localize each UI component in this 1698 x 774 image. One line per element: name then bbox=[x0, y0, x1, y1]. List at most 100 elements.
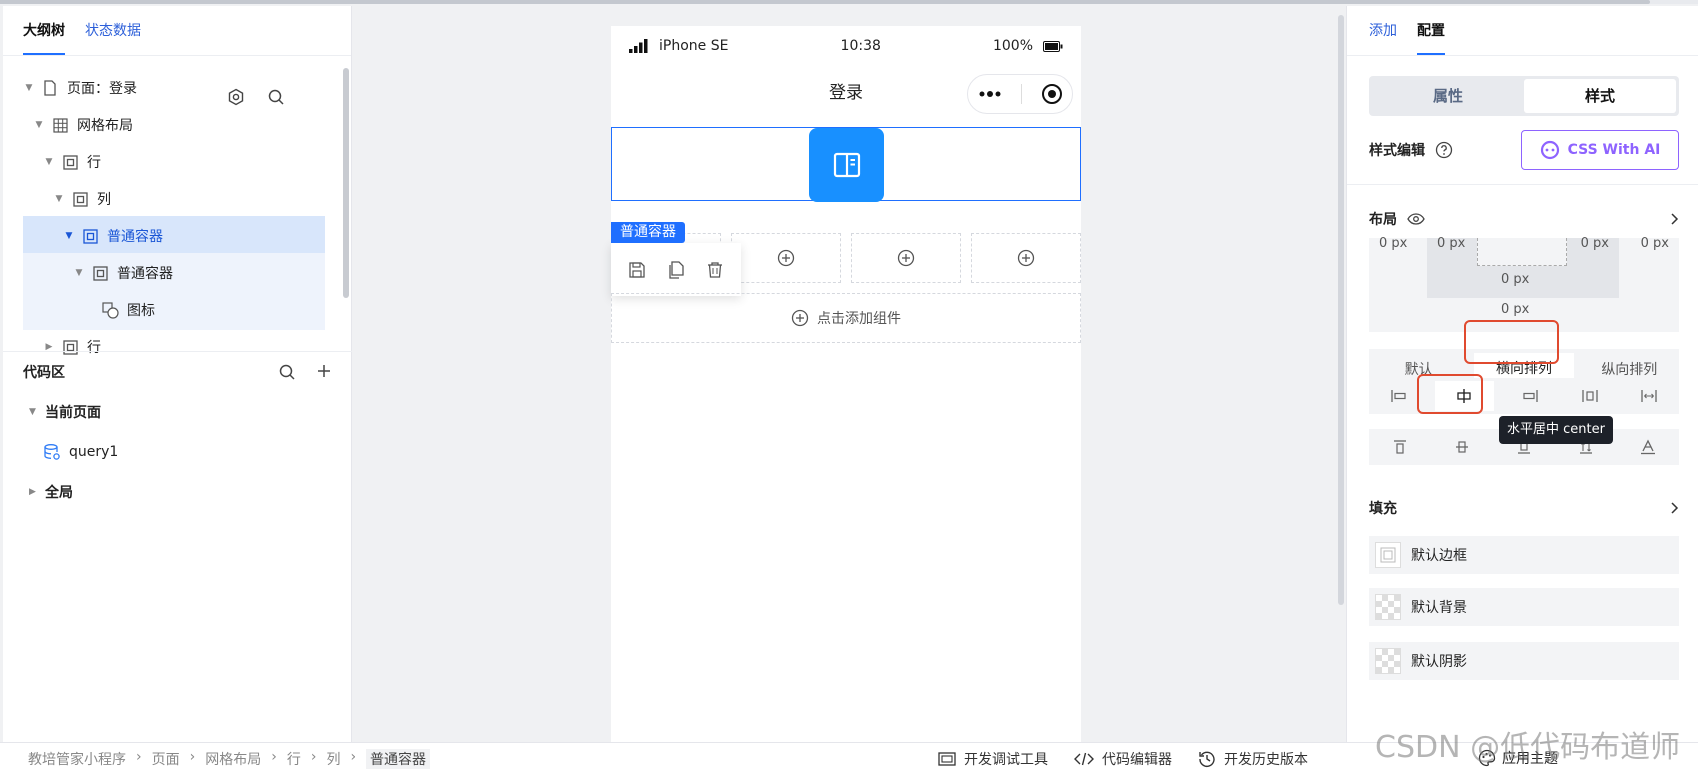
breadcrumb-item[interactable]: 行 bbox=[287, 749, 301, 769]
box-model-padding: 0 px 0 px 0 px bbox=[1427, 236, 1619, 298]
layout-label: 布局 bbox=[1369, 212, 1397, 228]
fill-item-background[interactable]: 默认背景 bbox=[1369, 588, 1679, 626]
tool-label: 开发历史版本 bbox=[1224, 751, 1308, 768]
tree-item-label: 页面：登录 bbox=[67, 81, 137, 97]
chevron-right-icon[interactable] bbox=[1669, 502, 1679, 514]
margin-left-value[interactable]: 0 px bbox=[1379, 236, 1407, 251]
tree-item-label: 普通容器 bbox=[107, 229, 163, 245]
justify-space-around-icon[interactable] bbox=[1560, 389, 1620, 403]
book-icon-button[interactable] bbox=[809, 128, 884, 202]
padding-left-value[interactable]: 0 px bbox=[1437, 236, 1465, 251]
selected-container[interactable] bbox=[611, 127, 1081, 202]
breadcrumb-item[interactable]: 教培管家小程序 bbox=[28, 749, 126, 769]
caret-down-icon[interactable]: ▼ bbox=[23, 83, 35, 93]
more-icon[interactable] bbox=[978, 90, 1002, 98]
direction-column[interactable]: 纵向排列 bbox=[1580, 359, 1679, 379]
breadcrumb-current[interactable]: 普通容器 bbox=[366, 748, 431, 769]
plus-circle-icon bbox=[1017, 249, 1035, 267]
tree-item-icon[interactable]: 图标 bbox=[23, 290, 325, 330]
right-scrollbar[interactable] bbox=[1338, 15, 1344, 605]
breadcrumb-item[interactable]: 列 bbox=[326, 749, 340, 769]
trash-icon[interactable] bbox=[706, 261, 724, 279]
breadcrumb-item[interactable]: 网格布局 bbox=[205, 749, 261, 769]
config-body: 属性 样式 样式编辑 CSS With AI 布局 0 px 0 px 0 px… bbox=[1347, 56, 1698, 680]
code-icon bbox=[1074, 752, 1094, 766]
segment-properties[interactable]: 属性 bbox=[1372, 79, 1524, 113]
eye-icon[interactable] bbox=[1407, 213, 1425, 225]
caret-down-icon[interactable]: ▼ bbox=[63, 231, 75, 241]
selected-component-tag[interactable]: 普通容器 bbox=[611, 222, 685, 243]
tree-item-grid-layout[interactable]: ▼ 网格布局 bbox=[23, 105, 325, 145]
margin-bottom-value[interactable]: 0 px bbox=[1501, 302, 1529, 317]
align-start-icon[interactable] bbox=[1369, 439, 1431, 455]
tab-state-data[interactable]: 状态数据 bbox=[85, 6, 141, 55]
save-icon[interactable] bbox=[628, 261, 646, 279]
add-component-button[interactable]: 点击添加组件 bbox=[611, 293, 1081, 343]
caret-right-icon[interactable]: ▶ bbox=[29, 487, 45, 497]
slot-add-button[interactable] bbox=[851, 233, 961, 283]
justify-end-icon[interactable] bbox=[1500, 389, 1560, 403]
tab-add[interactable]: 添加 bbox=[1369, 6, 1397, 55]
divider bbox=[1347, 184, 1698, 185]
code-editor-button[interactable]: 代码编辑器 bbox=[1074, 749, 1172, 769]
tree-item-row[interactable]: ▼ 行 bbox=[23, 142, 325, 182]
slot-add-button[interactable] bbox=[731, 233, 841, 283]
css-with-ai-button[interactable]: CSS With AI bbox=[1521, 130, 1679, 170]
layout-section-header[interactable]: 布局 bbox=[1369, 204, 1679, 234]
tab-config[interactable]: 配置 bbox=[1417, 6, 1445, 55]
design-canvas: iPhone SE 10:38 100% 登录 普通容器 点击添加组件 bbox=[352, 6, 1344, 742]
selection-toolbar bbox=[611, 243, 741, 296]
watermark-text: CSDN @低代码布道师 bbox=[1375, 730, 1681, 765]
caret-down-icon[interactable]: ▼ bbox=[43, 157, 55, 167]
fill-item-label: 默认阴影 bbox=[1411, 654, 1467, 670]
breadcrumb-item[interactable]: 页面 bbox=[152, 749, 180, 769]
margin-right-value[interactable]: 0 px bbox=[1641, 236, 1669, 251]
tree-item-container-selected[interactable]: ▼ 普通容器 bbox=[23, 216, 325, 256]
segment-style[interactable]: 样式 bbox=[1524, 79, 1676, 113]
code-item-current-page[interactable]: ▼ 当前页面 bbox=[3, 392, 352, 432]
search-icon[interactable] bbox=[278, 363, 296, 381]
code-area: 代码区 ▼ 当前页面 query1 ▶ 全局 bbox=[3, 351, 352, 512]
code-area-title: 代码区 bbox=[23, 365, 65, 381]
copy-icon[interactable] bbox=[667, 260, 685, 279]
code-item-query[interactable]: query1 bbox=[3, 432, 352, 472]
close-target-icon[interactable] bbox=[1041, 83, 1063, 105]
dev-debug-tool-button[interactable]: 开发调试工具 bbox=[938, 749, 1048, 769]
plus-icon[interactable] bbox=[316, 363, 332, 381]
search-icon[interactable] bbox=[267, 88, 285, 106]
breadcrumb-separator-icon: › bbox=[310, 748, 317, 765]
align-center-icon[interactable] bbox=[1431, 439, 1493, 455]
caret-down-icon[interactable]: ▼ bbox=[73, 268, 85, 278]
tree-scrollbar[interactable] bbox=[343, 68, 349, 298]
grid-icon bbox=[51, 117, 69, 133]
align-baseline-icon[interactable] bbox=[1617, 439, 1679, 455]
tab-outline-tree[interactable]: 大纲树 bbox=[23, 6, 65, 55]
chevron-right-icon[interactable] bbox=[1669, 213, 1679, 225]
tree-item-container[interactable]: ▼ 普通容器 bbox=[23, 253, 325, 293]
caret-down-icon[interactable]: ▼ bbox=[33, 120, 45, 130]
fill-item-border[interactable]: 默认边框 bbox=[1369, 536, 1679, 574]
help-icon[interactable] bbox=[1435, 141, 1453, 159]
caret-down-icon[interactable]: ▼ bbox=[29, 407, 45, 417]
highlight-direction-row bbox=[1464, 320, 1559, 364]
breadcrumb-separator-icon: › bbox=[189, 748, 196, 765]
fill-item-shadow[interactable]: 默认阴影 bbox=[1369, 642, 1679, 680]
code-item-global[interactable]: ▶ 全局 bbox=[3, 472, 352, 512]
tree-item-column[interactable]: ▼ 列 bbox=[23, 179, 325, 219]
justify-space-between-icon[interactable] bbox=[1619, 389, 1679, 403]
code-item-label: query1 bbox=[69, 444, 119, 460]
padding-right-value[interactable]: 0 px bbox=[1581, 236, 1609, 251]
caret-down-icon[interactable]: ▼ bbox=[53, 194, 65, 204]
breadcrumb: 教培管家小程序 › 页面 › 网格布局 › 行 › 列 › 普通容器 bbox=[28, 748, 431, 769]
database-icon bbox=[43, 443, 61, 461]
history-versions-button[interactable]: 开发历史版本 bbox=[1198, 749, 1308, 769]
box-model-content bbox=[1477, 238, 1567, 266]
settings-icon[interactable] bbox=[227, 88, 245, 106]
breadcrumb-separator-icon: › bbox=[136, 748, 142, 765]
padding-bottom-value[interactable]: 0 px bbox=[1501, 272, 1529, 287]
tree-item-page[interactable]: ▼ 页面：登录 bbox=[23, 68, 325, 108]
page-title: 登录 bbox=[829, 83, 863, 103]
slot-add-button[interactable] bbox=[971, 233, 1081, 283]
fill-section-header[interactable]: 填充 bbox=[1369, 493, 1679, 523]
shapes-icon bbox=[101, 301, 119, 319]
